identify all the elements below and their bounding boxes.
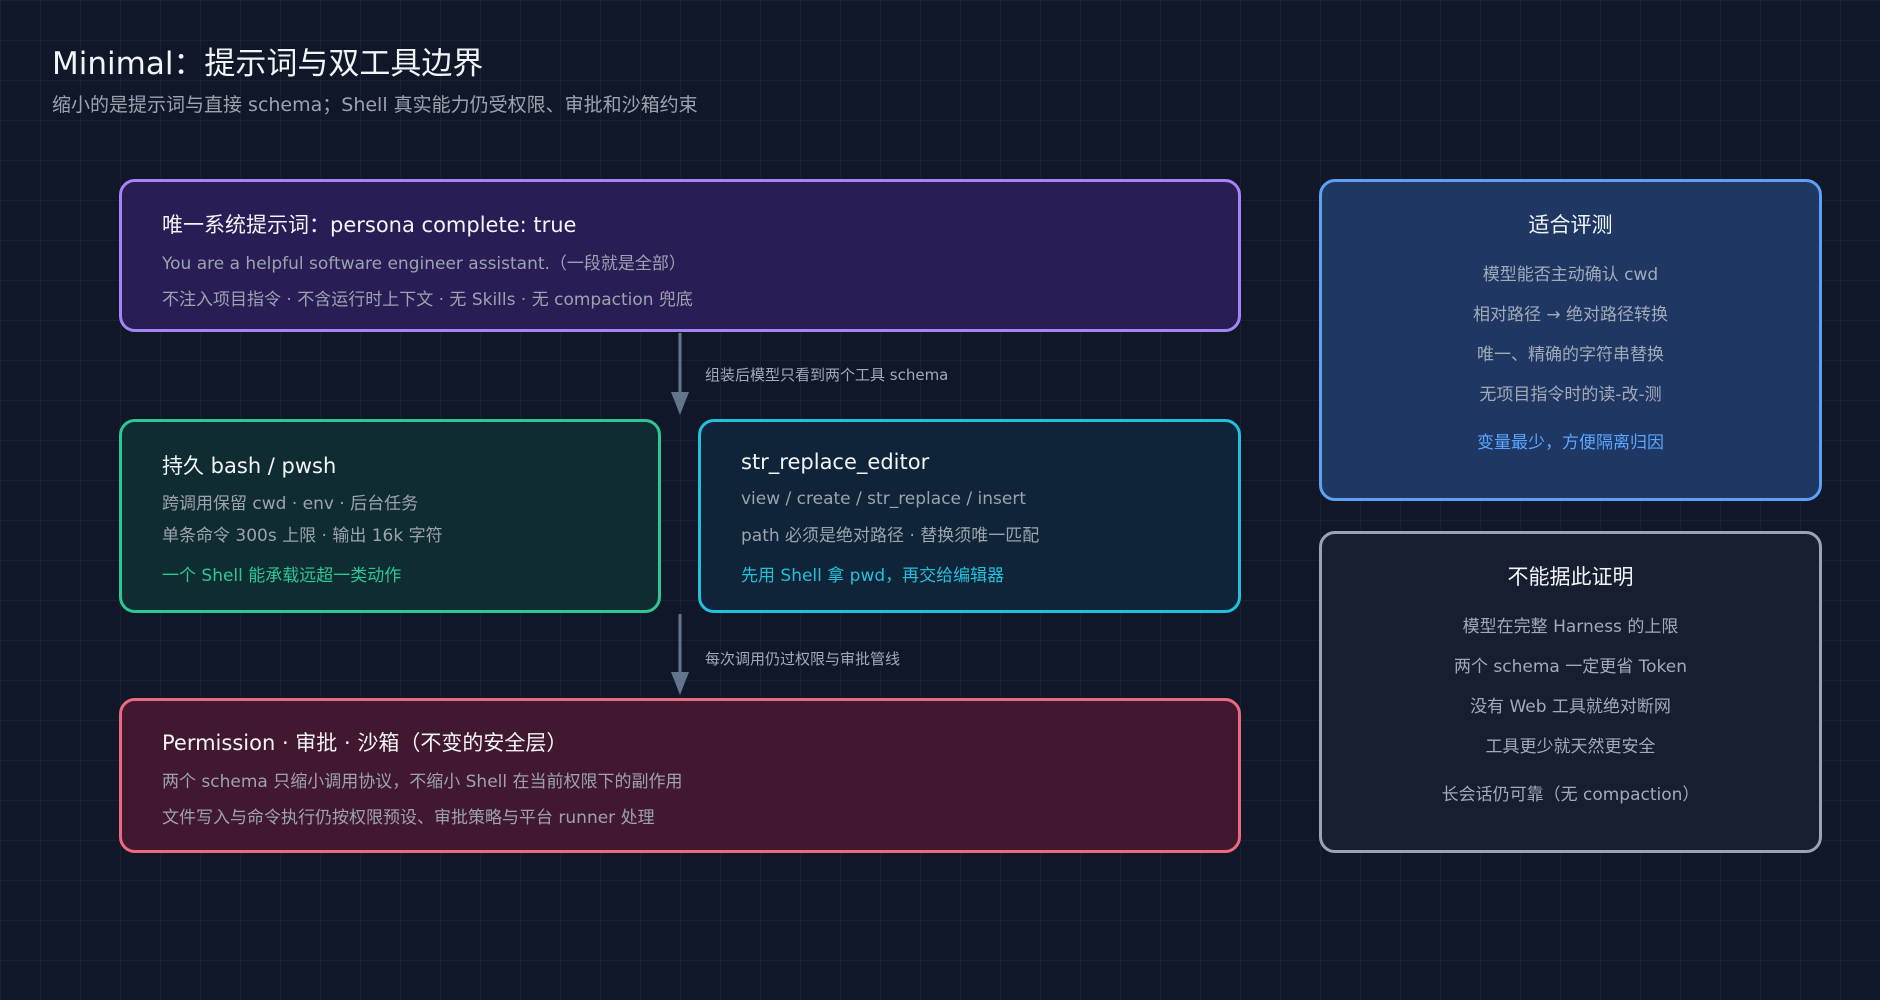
suitable-item: 无项目指令时的读-改-测 — [1479, 385, 1662, 405]
cannot-prove-item: 没有 Web 工具就绝对断网 — [1470, 697, 1671, 717]
cannot-prove-box: 不能据此证明 模型在完整 Harness 的上限 两个 schema 一定更省 … — [1319, 531, 1822, 853]
permission-layer-box: Permission · 审批 · 沙箱（不变的安全层） 两个 schema 只… — [119, 698, 1241, 853]
editor-tool-box: str_replace_editor view / create / str_r… — [698, 419, 1241, 613]
editor-tool-title: str_replace_editor — [741, 450, 930, 474]
editor-tool-line-2: path 必须是绝对路径 · 替换须唯一匹配 — [741, 526, 1040, 546]
arrow-1-label: 组装后模型只看到两个工具 schema — [705, 366, 949, 384]
bash-tool-box: 持久 bash / pwsh 跨调用保留 cwd · env · 后台任务 单条… — [119, 419, 661, 613]
system-prompt-box: 唯一系统提示词：persona complete: true You are a… — [119, 179, 1241, 332]
bash-tool-title: 持久 bash / pwsh — [162, 454, 337, 478]
suitable-item: 模型能否主动确认 cwd — [1482, 265, 1659, 285]
system-prompt-text: You are a helpful software engineer assi… — [162, 254, 686, 274]
permission-layer-line-2: 文件写入与命令执行仍按权限预设、审批策略与平台 runner 处理 — [162, 808, 655, 828]
suitable-for-eval-title: 适合评测 — [1528, 213, 1613, 237]
cannot-prove-item: 模型在完整 Harness 的上限 — [1462, 617, 1679, 637]
cannot-prove-item: 两个 schema 一定更省 Token — [1454, 657, 1687, 677]
cannot-prove-title: 不能据此证明 — [1507, 565, 1634, 589]
bash-tool-highlight: 一个 Shell 能承载远超一类动作 — [162, 566, 402, 586]
editor-tool-highlight: 先用 Shell 拿 pwd，再交给编辑器 — [741, 566, 1005, 586]
arrow-1-head — [671, 392, 689, 415]
permission-layer-line-1: 两个 schema 只缩小调用协议，不缩小 Shell 在当前权限下的副作用 — [162, 772, 683, 792]
suitable-item: 唯一、精确的字符串替换 — [1477, 345, 1664, 365]
suitable-highlight: 变量最少，方便隔离归因 — [1477, 433, 1664, 453]
arrow-2-label: 每次调用仍过权限与审批管线 — [705, 650, 901, 668]
bash-tool-line-2: 单条命令 300s 上限 · 输出 16k 字符 — [162, 526, 443, 546]
system-prompt-notes: 不注入项目指令 · 不含运行时上下文 · 无 Skills · 无 compac… — [162, 290, 693, 310]
system-prompt-title: 唯一系统提示词：persona complete: true — [162, 213, 577, 237]
bash-tool-line-1: 跨调用保留 cwd · env · 后台任务 — [162, 494, 419, 514]
suitable-for-eval-box: 适合评测 模型能否主动确认 cwd 相对路径 → 绝对路径转换 唯一、精确的字符… — [1319, 179, 1822, 501]
cannot-prove-item: 长会话仍可靠（无 compaction） — [1441, 785, 1700, 805]
suitable-item: 相对路径 → 绝对路径转换 — [1472, 305, 1669, 325]
arrow-2-head — [671, 672, 689, 695]
editor-tool-line-1: view / create / str_replace / insert — [741, 489, 1027, 509]
permission-layer-title: Permission · 审批 · 沙箱（不变的安全层） — [162, 731, 568, 755]
cannot-prove-item: 工具更少就天然更安全 — [1485, 737, 1656, 757]
